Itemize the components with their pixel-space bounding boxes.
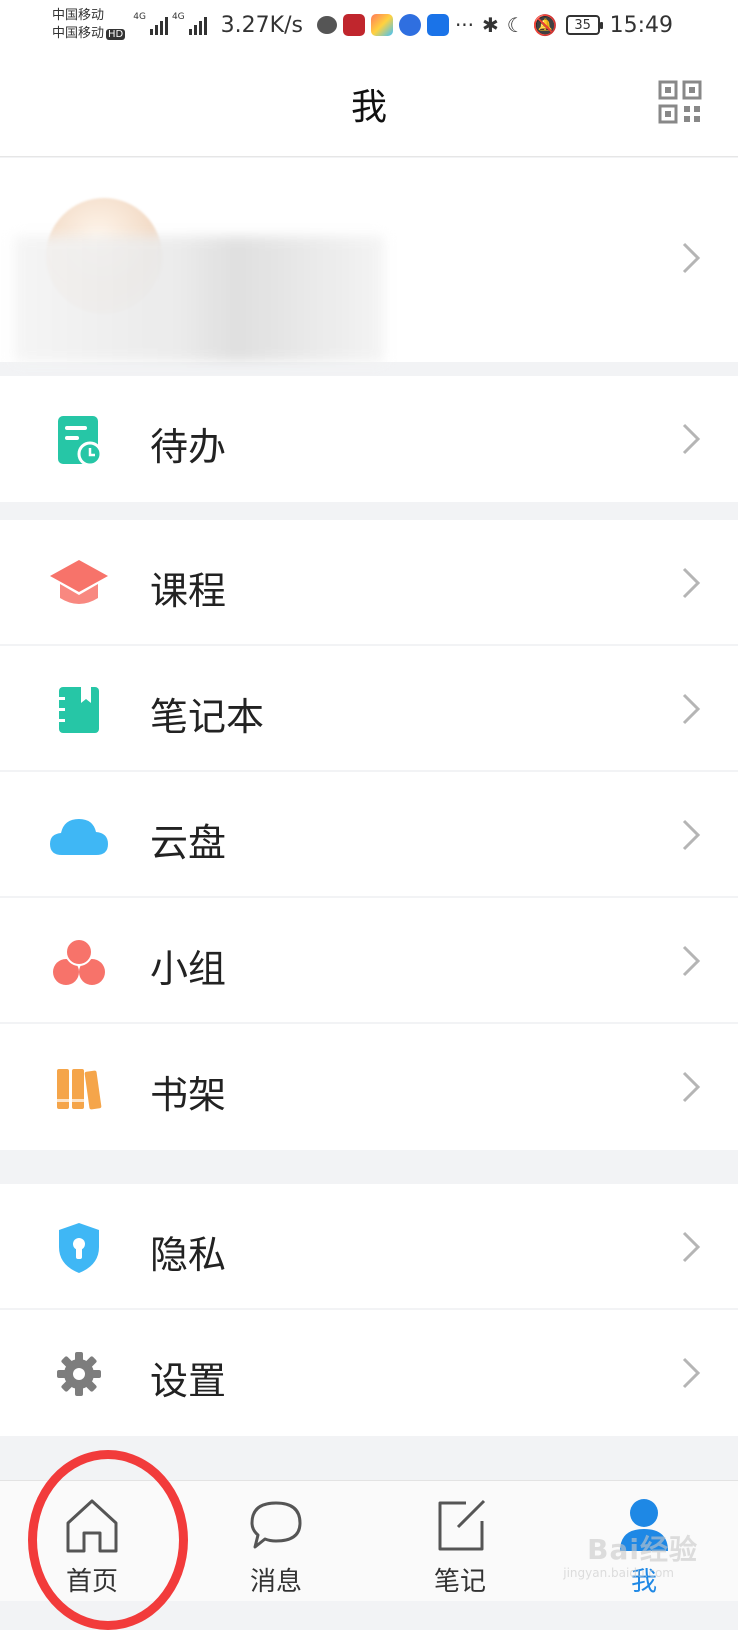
menu-item-course[interactable]: 课程: [0, 520, 738, 646]
tab-label: 首页: [65, 1567, 118, 1597]
menu-item-label: 待办: [150, 425, 227, 469]
signal-icon: [188, 15, 207, 35]
chevron-right-icon: [682, 423, 701, 455]
profile-info-blurred: [14, 236, 384, 362]
cloud-icon: [48, 805, 110, 867]
bookshelf-icon: [48, 1057, 110, 1119]
course-cap-icon: [48, 553, 110, 615]
carrier-info: 中国移动 中国移动 HD: [52, 7, 126, 44]
status-bar: 中国移动 中国移动 HD 4G 4G 3.27K/s ··· ✱ ☾ 🔕 35 1…: [0, 0, 738, 50]
carrier-1: 中国移动: [52, 7, 105, 23]
chevron-right-icon: [682, 1231, 701, 1263]
tab-label: 笔记: [433, 1567, 486, 1597]
menu-item-bookshelf[interactable]: 书架: [0, 1024, 738, 1150]
signal-icon: [149, 15, 168, 35]
menu-item-label: 笔记本: [150, 695, 265, 739]
network-type-1: 4G: [133, 12, 146, 22]
tab-label: 消息: [249, 1567, 302, 1597]
battery-level: 35: [574, 17, 591, 33]
menu-item-group[interactable]: 小组: [0, 898, 738, 1024]
app-notification-icon: [370, 14, 393, 36]
gear-icon: [48, 1343, 110, 1405]
tab-home[interactable]: 首页: [0, 1481, 184, 1601]
menu-item-notebook[interactable]: 笔记本: [0, 646, 738, 772]
notebook-icon: [48, 679, 110, 741]
more-icon: ···: [454, 13, 475, 37]
message-icon: [250, 1501, 302, 1549]
menu-item-label: 书架: [150, 1073, 227, 1117]
wechat-icon: [316, 16, 337, 34]
chevron-right-icon: [682, 567, 701, 599]
profile-card[interactable]: [0, 158, 738, 362]
page-title: 我: [350, 87, 387, 128]
clock: 15:49: [609, 12, 674, 38]
menu-item-settings[interactable]: 设置: [0, 1310, 738, 1436]
chevron-right-icon: [682, 819, 701, 851]
tab-messages[interactable]: 消息: [184, 1481, 368, 1601]
menu-item-label: 隐私: [150, 1233, 227, 1277]
watermark: Bai经验: [587, 1533, 698, 1566]
hd-badge: HD: [106, 28, 126, 40]
app-notification-icon: [342, 14, 365, 36]
battery-icon: 35: [565, 15, 603, 35]
chevron-right-icon: [682, 945, 701, 977]
chevron-right-icon: [682, 1071, 701, 1103]
tab-notes[interactable]: 笔记: [368, 1481, 552, 1601]
bluetooth-icon: ✱: [482, 13, 499, 37]
baidu-icon: [398, 14, 421, 36]
home-icon: [66, 1499, 118, 1553]
note-edit-icon: [438, 1499, 486, 1551]
system-icons: ··· ✱ ☾ 🔕 35: [454, 13, 603, 37]
moon-icon: ☾: [506, 13, 525, 37]
mute-bell-icon: 🔕: [532, 13, 558, 37]
todo-icon: [48, 409, 110, 471]
carrier-2: 中国移动: [52, 25, 105, 41]
title-bar: 我: [0, 50, 738, 157]
qr-code-icon[interactable]: [658, 80, 702, 124]
menu-item-label: 小组: [150, 947, 227, 991]
menu-item-cloud-drive[interactable]: 云盘: [0, 772, 738, 898]
menu-item-label: 云盘: [150, 821, 227, 865]
chevron-right-icon: [682, 1357, 701, 1389]
notification-icons: [316, 14, 449, 36]
chevron-right-icon: [682, 693, 701, 725]
network-type-2: 4G: [171, 12, 185, 22]
chevron-right-icon: [682, 242, 701, 274]
group-icon: [48, 931, 110, 993]
watermark-url: jingyan.baidu.com: [563, 1566, 674, 1580]
menu-item-todo[interactable]: 待办: [0, 376, 738, 502]
app-notification-icon: [426, 14, 449, 36]
menu-item-label: 设置: [150, 1359, 227, 1403]
menu-item-label: 课程: [150, 569, 227, 613]
net-speed: 3.27K/s: [220, 12, 303, 38]
shield-lock-icon: [48, 1217, 110, 1279]
menu-item-privacy[interactable]: 隐私: [0, 1184, 738, 1310]
